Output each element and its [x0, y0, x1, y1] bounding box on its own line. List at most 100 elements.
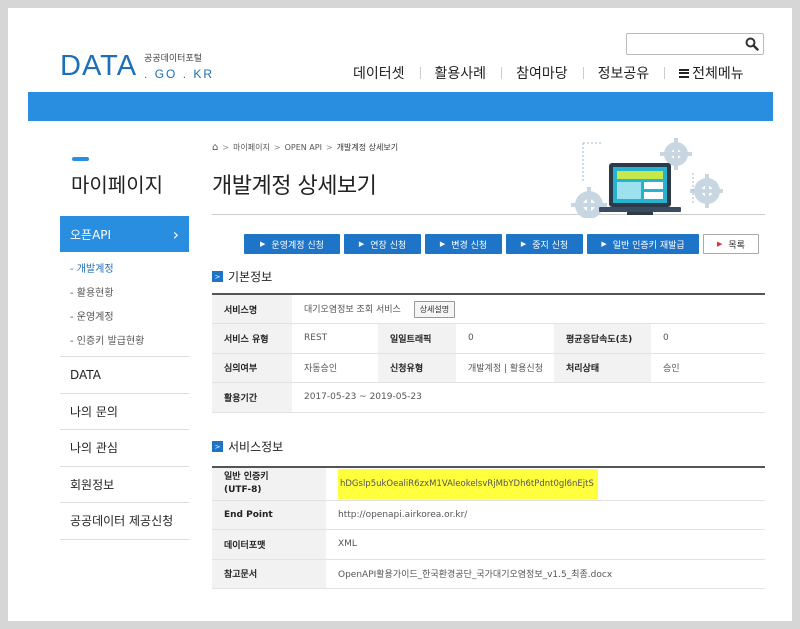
nav-use-cases[interactable]: 활용사례: [419, 63, 502, 83]
api-key-label: 일반 인증키 (UTF-8): [212, 467, 326, 501]
play-icon: ▶: [439, 240, 446, 248]
extend-apply-button[interactable]: ▶ 연장 신청: [344, 234, 421, 254]
status-value: 승인: [651, 353, 765, 383]
home-icon[interactable]: ⌂: [212, 142, 218, 153]
main-nav: 데이터셋 활용사례 참여마당 정보공유 전체메뉴: [338, 63, 759, 83]
site-logo[interactable]: DATA 공공데이터포털 . GO . KR: [60, 51, 214, 81]
all-menu-label: 전체메뉴: [692, 66, 744, 82]
nav-info-share[interactable]: 정보공유: [582, 63, 665, 83]
breadcrumb-open-api[interactable]: OPEN API: [285, 143, 322, 152]
period-label: 활용기간: [212, 382, 292, 413]
ops-account-apply-button[interactable]: ▶ 운영계정 신청: [244, 234, 340, 254]
sidebar-item-interest[interactable]: 나의 관심: [60, 430, 189, 467]
detail-description-button[interactable]: 상세설명: [413, 300, 456, 318]
breadcrumb-separator: >: [273, 143, 281, 152]
chevron-right-icon: ›: [172, 224, 179, 244]
service-info-heading: > 서비스정보: [212, 438, 283, 455]
header-blue-bar: [28, 92, 773, 121]
sidebar-menu: 오픈API › - 개발계정 - 활용현황 - 운영계정 - 인증키 발급현황 …: [60, 216, 189, 540]
reference-doc-link[interactable]: OpenAPI활용가이드_한국환경공단_국가대기오염정보_v1.5_최종.doc…: [326, 559, 765, 589]
logo-domain: . GO . KR: [144, 67, 215, 81]
api-key-label-line1: 일반 인증키: [224, 471, 269, 482]
table-row: 서비스 유형 REST 일일트래픽 0 평균응답속도(초) 0: [212, 323, 765, 354]
sidebar-sub-usage[interactable]: - 활용현황: [70, 282, 189, 306]
play-icon: ▶: [358, 240, 365, 248]
table-row: 활용기간 2017-05-23 ~ 2019-05-23: [212, 382, 765, 413]
table-row: 참고문서 OpenAPI활용가이드_한국환경공단_국가대기오염정보_v1.5_최…: [212, 559, 765, 589]
chevron-right-icon: >: [212, 271, 223, 282]
reference-doc-label: 참고문서: [212, 559, 326, 589]
data-format-label: 데이터포맷: [212, 529, 326, 560]
table-row: 데이터포맷 XML: [212, 529, 765, 560]
chevron-right-icon: >: [212, 441, 223, 452]
stop-apply-button[interactable]: ▶ 중지 신청: [506, 234, 583, 254]
sidebar-item-label: 오픈API: [70, 227, 112, 242]
api-key-cell: hDGslp5ukOealiR6zxM1VAleokelsvRjMbYDh6tP…: [326, 467, 765, 501]
avg-response-value: 0: [651, 323, 765, 354]
button-label: 연장 신청: [370, 240, 407, 251]
sidebar-title: 마이페이지: [71, 173, 163, 197]
basic-info-table: 서비스명 대기오염정보 조회 서비스 상세설명 서비스 유형 REST 일일트래…: [212, 293, 765, 413]
sidebar-sub-key-status[interactable]: - 인증키 발급현황: [70, 330, 189, 354]
breadcrumb-mypage[interactable]: 마이페이지: [233, 142, 270, 153]
breadcrumb-current: 개발계정 상세보기: [336, 143, 399, 152]
service-name-value: 대기오염정보 조회 서비스: [304, 304, 401, 315]
service-type-label: 서비스 유형: [212, 323, 292, 354]
search-input[interactable]: [627, 34, 739, 54]
sidebar-item-data[interactable]: DATA: [60, 357, 189, 394]
logo-text: DATA: [60, 50, 138, 82]
button-label: 목록: [728, 240, 745, 251]
data-format-value: XML: [326, 529, 765, 560]
nav-participation[interactable]: 참여마당: [501, 63, 583, 83]
logo-sub: 공공데이터포털 . GO . KR: [144, 54, 214, 81]
list-button[interactable]: ▶ 목록: [703, 234, 759, 254]
avg-response-label: 평균응답속도(초): [554, 323, 651, 354]
status-label: 처리상태: [554, 353, 651, 383]
sidebar-item-data-request[interactable]: 공공데이터 제공신청: [60, 503, 189, 540]
change-apply-button[interactable]: ▶ 변경 신청: [425, 234, 502, 254]
table-row: 일반 인증키 (UTF-8) hDGslp5ukOealiR6zxM1VAleo…: [212, 467, 765, 501]
api-key-value[interactable]: hDGslp5ukOealiR6zxM1VAleokelsvRjMbYDh6tP…: [338, 468, 598, 499]
action-buttons: ▶ 운영계정 신청 ▶ 연장 신청 ▶ 변경 신청 ▶ 중지 신청 ▶ 일반 인증키 재발…: [244, 234, 759, 254]
sidebar-item-inquiry[interactable]: 나의 문의: [60, 394, 189, 430]
play-icon: ▶: [260, 240, 266, 248]
period-value: 2017-05-23 ~ 2019-05-23: [292, 382, 765, 413]
button-label: 운영계정 신청: [271, 240, 324, 251]
play-icon: ▶: [520, 240, 527, 248]
play-icon: ▶: [601, 240, 607, 248]
apply-type-value: 개발계정 | 활용신청: [456, 353, 554, 383]
daily-traffic-value: 0: [456, 323, 554, 354]
approval-label: 심의여부: [212, 353, 292, 383]
service-type-value: REST: [292, 323, 378, 354]
basic-info-heading: > 기본정보: [212, 268, 272, 285]
table-row: 심의여부 자동승인 신청유형 개발계정 | 활용신청 처리상태 승인: [212, 353, 765, 383]
search-icon[interactable]: [745, 37, 759, 51]
section-title: 서비스정보: [228, 440, 284, 454]
button-label: 변경 신청: [451, 240, 488, 251]
computer-gears-illustration: [571, 138, 723, 218]
play-icon: ▶: [717, 240, 723, 248]
button-label: 일반 인증키 재발급: [612, 240, 685, 251]
endpoint-value[interactable]: http://openapi.airkorea.or.kr/: [326, 500, 765, 530]
sidebar-sub-dev-account[interactable]: - 개발계정: [70, 258, 189, 282]
nav-dataset[interactable]: 데이터셋: [338, 63, 420, 83]
service-name-label: 서비스명: [212, 294, 292, 324]
menu-icon: [679, 68, 690, 78]
table-row: 서비스명 대기오염정보 조회 서비스 상세설명: [212, 294, 765, 324]
all-menu-button[interactable]: 전체메뉴: [664, 63, 759, 83]
section-title: 기본정보: [228, 270, 273, 284]
api-key-label-line2: (UTF-8): [224, 484, 262, 495]
search-box: [626, 33, 764, 55]
approval-value: 자동승인: [292, 353, 378, 383]
sidebar-item-member-info[interactable]: 회원정보: [60, 467, 189, 503]
endpoint-label: End Point: [212, 500, 326, 530]
sidebar-sub-ops-account[interactable]: - 운영계정: [70, 306, 189, 330]
page-title: 개발계정 상세보기: [212, 174, 377, 199]
sidebar-submenu: - 개발계정 - 활용현황 - 운영계정 - 인증키 발급현황: [60, 252, 189, 357]
page-frame: DATA 공공데이터포털 . GO . KR 데이터셋 활용사례 참여마당 정보…: [8, 8, 792, 621]
apply-type-label: 신청유형: [378, 353, 456, 383]
daily-traffic-label: 일일트래픽: [378, 323, 456, 354]
reissue-key-button[interactable]: ▶ 일반 인증키 재발급: [587, 234, 699, 254]
sidebar-item-open-api[interactable]: 오픈API ›: [60, 216, 189, 252]
logo-korean: 공공데이터포털: [144, 54, 203, 64]
